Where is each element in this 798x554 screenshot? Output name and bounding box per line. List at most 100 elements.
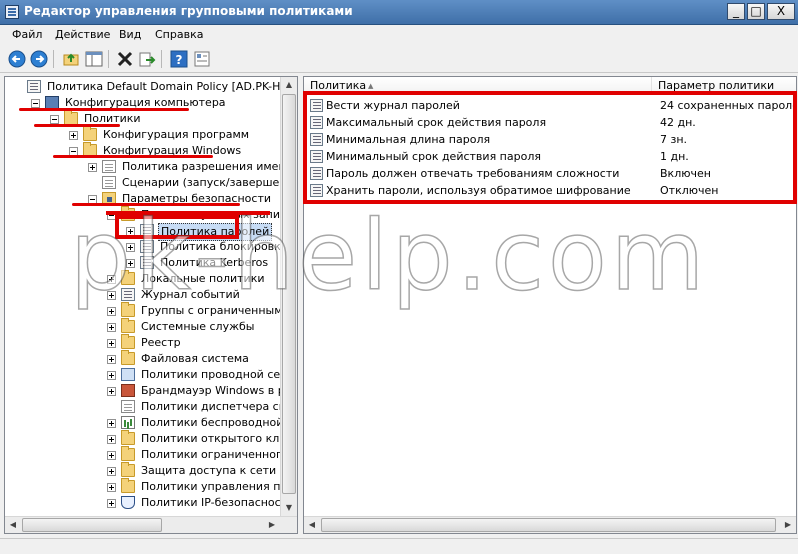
- tree-item-label: Системные службы: [141, 320, 255, 333]
- expand-icon[interactable]: [126, 259, 135, 268]
- tree-item-label: Сценарии (запуск/завершение): [122, 176, 298, 189]
- folder-icon: [121, 446, 135, 461]
- document-icon: [102, 160, 116, 173]
- menu-action[interactable]: Действие: [55, 28, 110, 41]
- list-horizontal-scrollbar[interactable]: ◀ ▶: [304, 516, 796, 533]
- forward-icon[interactable]: [30, 50, 48, 68]
- expand-icon[interactable]: [107, 323, 116, 332]
- scroll-up-arrow-icon[interactable]: ▲: [281, 77, 297, 93]
- folder-icon: [121, 334, 135, 349]
- scroll-left-arrow-icon[interactable]: ◀: [5, 517, 21, 533]
- scroll-right-arrow-icon[interactable]: ▶: [780, 517, 796, 533]
- expand-icon[interactable]: [107, 291, 116, 300]
- collapse-icon[interactable]: [50, 115, 59, 124]
- menu-bar: Файл Действие Вид Справка: [0, 25, 798, 45]
- tree-item-label: Локальные политики: [141, 272, 265, 285]
- tree-item-label: Конфигурация программ: [103, 128, 250, 141]
- window-title: Редактор управления групповыми политикам…: [24, 4, 353, 18]
- folder-icon: [121, 270, 135, 285]
- tree-item-label: Политики диспетчера списка с: [141, 400, 297, 413]
- menu-view[interactable]: Вид: [119, 28, 141, 41]
- document-icon: [121, 400, 135, 413]
- tree-item-label: Журнал событий: [141, 288, 240, 301]
- folder-icon: [121, 478, 135, 493]
- back-icon[interactable]: [8, 50, 26, 68]
- folder-icon: [121, 318, 135, 333]
- tree-item-label: Политики открытого ключа: [141, 432, 298, 445]
- window-controls: _ □ X: [725, 3, 795, 20]
- maximize-button[interactable]: □: [747, 3, 765, 20]
- toolbar-separator: [108, 50, 109, 68]
- chart-icon: [121, 416, 135, 429]
- tree-horizontal-scroll-thumb[interactable]: [22, 518, 162, 532]
- expand-icon[interactable]: [126, 243, 135, 252]
- toolbar: ?: [0, 45, 798, 73]
- document-icon: [140, 240, 154, 253]
- delete-icon[interactable]: [116, 50, 134, 68]
- minimize-button[interactable]: _: [727, 3, 745, 20]
- expand-icon[interactable]: [107, 371, 116, 380]
- expand-icon[interactable]: [107, 339, 116, 348]
- expand-icon[interactable]: [107, 451, 116, 460]
- tree-item-label: Политика Kerberos: [160, 256, 269, 269]
- expand-icon[interactable]: [69, 131, 78, 140]
- shield-icon: [121, 496, 135, 509]
- scroll-right-arrow-icon[interactable]: ▶: [264, 517, 280, 533]
- show-hide-tree-icon[interactable]: [85, 50, 103, 68]
- expand-icon[interactable]: [107, 483, 116, 492]
- export-icon[interactable]: [138, 50, 156, 68]
- annotation-underline-policies: [34, 124, 120, 127]
- close-button[interactable]: X: [767, 3, 795, 20]
- scroll-down-arrow-icon[interactable]: ▼: [281, 500, 297, 516]
- console-tree: Политика Default Domain Policy [AD.PK-HE…: [4, 76, 298, 534]
- tree-item-label: Политики ограниченного испол: [141, 448, 297, 461]
- tree-item-label: Защита доступа к сети: [141, 464, 277, 477]
- tree-item-label: Политики IP-безопасности на ": [141, 496, 297, 509]
- expand-icon[interactable]: [107, 499, 116, 508]
- firewall-icon: [121, 384, 135, 397]
- expand-icon[interactable]: [107, 435, 116, 444]
- tree-item-label: Политика Default Domain Policy [AD.PK-HE…: [47, 80, 297, 93]
- expand-icon[interactable]: [107, 419, 116, 428]
- properties-icon[interactable]: [193, 50, 211, 68]
- tree-horizontal-scrollbar[interactable]: ◀ ▶: [5, 516, 297, 533]
- expand-icon[interactable]: [107, 467, 116, 476]
- document-icon: [102, 176, 116, 189]
- annotation-line-account-policies: [106, 211, 270, 215]
- tree-item-label: Политики беспроводной сети (: [141, 416, 297, 429]
- app-icon: [5, 5, 19, 19]
- svg-text:?: ?: [176, 53, 183, 67]
- menu-file[interactable]: Файл: [12, 28, 42, 41]
- collapse-icon[interactable]: [31, 99, 40, 108]
- tree-vertical-scrollbar[interactable]: ▲ ▼: [280, 77, 297, 533]
- title-bar: Редактор управления групповыми политикам…: [0, 0, 798, 25]
- status-bar: [0, 538, 798, 554]
- tree-item-label: Файловая система: [141, 352, 249, 365]
- expand-icon[interactable]: [107, 387, 116, 396]
- network-icon: [121, 368, 135, 381]
- tree-item-label: Реестр: [141, 336, 181, 349]
- toolbar-separator: [161, 50, 162, 68]
- expand-icon[interactable]: [107, 355, 116, 364]
- folder-icon: [121, 350, 135, 365]
- up-folder-icon[interactable]: [62, 50, 80, 68]
- expand-icon[interactable]: [88, 163, 97, 172]
- expand-icon[interactable]: [107, 275, 116, 284]
- toolbar-separator: [53, 50, 54, 68]
- expand-icon[interactable]: [107, 307, 116, 316]
- scroll-left-arrow-icon[interactable]: ◀: [304, 517, 320, 533]
- tree-item-label: Политики проводной сети (IEE: [141, 368, 297, 381]
- policy-icon: [27, 80, 41, 93]
- menu-help[interactable]: Справка: [155, 28, 203, 41]
- annotation-underline-security-settings: [72, 203, 240, 206]
- annotation-box-password-policy: [115, 215, 239, 239]
- main-area: Политика Default Domain Policy [AD.PK-HE…: [0, 73, 798, 554]
- tree-item-label: Брандмауэр Windows в режиме: [141, 384, 297, 397]
- document-icon: [140, 256, 154, 269]
- list-horizontal-scroll-thumb[interactable]: [321, 518, 776, 532]
- annotation-box-policy-list: [303, 91, 797, 204]
- tree-vertical-scroll-thumb[interactable]: [282, 94, 296, 494]
- tree-item-label: Политики управления приложе: [141, 480, 297, 493]
- tree-item-label: Группы с ограниченным досту: [141, 304, 297, 317]
- help-icon[interactable]: ?: [170, 50, 188, 68]
